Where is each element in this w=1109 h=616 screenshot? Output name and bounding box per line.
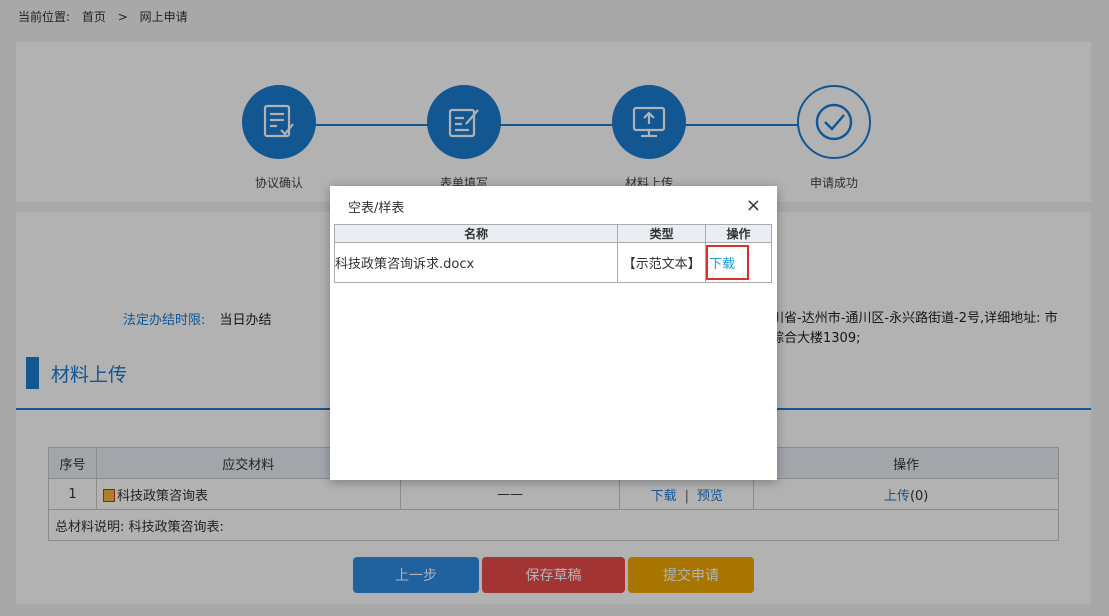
table-row: 科技政策咨询诉求.docx 【示范文本】 下载 xyxy=(333,242,772,283)
file-type: 【示范文本】 xyxy=(617,242,707,283)
modal-files-table: 名称 类型 操作 科技政策咨询诉求.docx 【示范文本】 下载 xyxy=(333,224,772,283)
template-modal: 空表/样表 × 名称 类型 操作 科技政策咨询诉求.docx 【示范文本】 下载 xyxy=(330,186,777,480)
column-header: 名称 xyxy=(333,224,619,243)
modal-title: 空表/样表 xyxy=(348,200,405,216)
close-icon[interactable]: × xyxy=(746,197,761,215)
modal-header-row: 名称 类型 操作 xyxy=(333,224,772,243)
download-link[interactable]: 下载 xyxy=(706,245,750,280)
column-header: 类型 xyxy=(617,224,707,243)
file-name: 科技政策咨询诉求.docx xyxy=(333,242,619,283)
column-header: 操作 xyxy=(705,224,772,243)
modal-header: 空表/样表 × xyxy=(330,186,777,226)
file-action-cell: 下载 xyxy=(705,242,772,283)
